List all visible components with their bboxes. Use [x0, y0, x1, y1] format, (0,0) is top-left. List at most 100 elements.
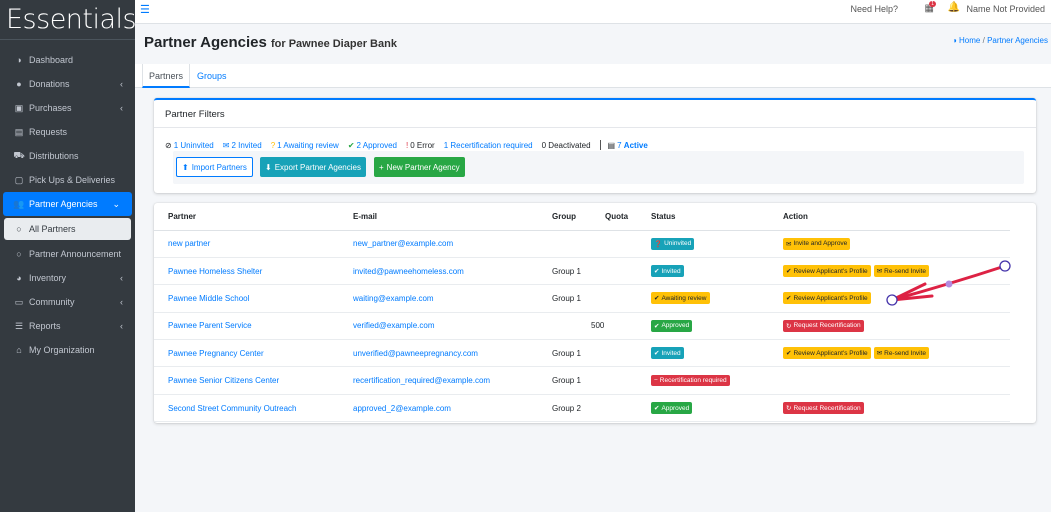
- table-row: Pawnee Middle School waiting@example.com G…: [154, 284, 1010, 313]
- breadcrumb-current[interactable]: Partner Agencies: [987, 36, 1048, 45]
- partner-email-link[interactable]: unverified@pawneepregnancy.com: [339, 339, 538, 368]
- sidebar-item-label: My Organization: [29, 345, 95, 355]
- sidebar-item-my-organization[interactable]: ⌂ My Organization: [0, 338, 135, 362]
- status-badge: ✔ Awaiting review: [651, 292, 710, 305]
- calendar-icon: ▢: [14, 174, 24, 185]
- filter-separator: [599, 140, 601, 150]
- partner-group: Group 1: [538, 257, 591, 286]
- divider: [154, 127, 1036, 128]
- partner-name-link[interactable]: Pawnee Pregnancy Center: [154, 339, 339, 368]
- partner-email-link[interactable]: invited@pawneehomeless.com: [339, 257, 538, 286]
- partner-name-link[interactable]: Pawnee Parent Service: [154, 312, 339, 341]
- review-applicant-s-profile-button[interactable]: ✔ Review Applicant's Profile: [783, 265, 871, 278]
- sidebar-item-label: All Partners: [29, 224, 76, 234]
- partner-name-link[interactable]: Pawnee Middle School: [154, 284, 339, 313]
- filter-0-deactivated[interactable]: 0 Deactivated: [542, 141, 591, 150]
- sidebar-item-label: Community: [29, 297, 75, 307]
- hamburger-menu-icon[interactable]: ☰: [140, 3, 150, 16]
- page-title-text: Partner Agencies: [144, 34, 267, 51]
- filter-active[interactable]: ▤ 7 Active: [608, 141, 648, 150]
- request-recertification-button[interactable]: ↻ Request Recertification: [783, 402, 864, 415]
- download-icon: ⬇: [265, 162, 272, 172]
- tab-groups[interactable]: Groups: [191, 64, 233, 88]
- dashboard-icon: ◑: [951, 36, 957, 45]
- column-header-action: Action: [769, 203, 1010, 231]
- pie-chart-icon: ◕: [16, 273, 22, 283]
- sidebar-item-dashboard[interactable]: ◑ Dashboard: [0, 48, 135, 72]
- filter-1-recertification-required[interactable]: 1 Recertification required: [444, 141, 533, 150]
- export-partners-button[interactable]: ⬇ Export Partner Agencies: [260, 157, 366, 177]
- status-icon: ❓: [654, 240, 663, 248]
- sidebar-item-donations[interactable]: ● Donations ‹: [0, 72, 135, 96]
- re-send-invite-button[interactable]: ✉ Re-send Invite: [873, 265, 930, 278]
- action-group: ✔ Review Applicant's Profile ✉ Re-send Invi…: [783, 347, 930, 360]
- status-icon: ✔: [654, 322, 660, 330]
- partner-quota: [591, 339, 637, 368]
- table-row: Pawnee Homeless Shelter invited@pawneehom…: [154, 257, 1010, 286]
- review-applicant-s-profile-button[interactable]: ✔ Review Applicant's Profile: [783, 292, 871, 305]
- filter-2-invited[interactable]: ✉ 2 Invited: [223, 141, 262, 150]
- column-header-partner: Partner: [154, 203, 339, 231]
- sidebar-item-purchases[interactable]: ▣ Purchases ‹: [0, 96, 135, 120]
- partner-name-link[interactable]: Second Street Community Outreach: [154, 394, 339, 423]
- user-menu[interactable]: Name Not Provided: [966, 4, 1045, 14]
- content-header: Partner Agencies for Pawnee Diaper Bank …: [135, 24, 1051, 64]
- sidebar-item-inventory[interactable]: ◕ Inventory ‹: [0, 266, 135, 290]
- column-header-status: Status: [637, 203, 769, 231]
- partner-quota: [591, 394, 637, 423]
- partner-email-link[interactable]: new_partner@example.com: [339, 230, 538, 258]
- dashboard-icon: ◑: [16, 55, 22, 65]
- request-recertification-button[interactable]: ↻ Request Recertification: [783, 319, 864, 332]
- partner-name-link[interactable]: new partner: [154, 230, 339, 258]
- sidebar-item-community[interactable]: ▭ Community ‹: [0, 290, 135, 314]
- sidebar-item-all-partners[interactable]: ○ All Partners: [4, 218, 131, 240]
- sidebar-item-label: Inventory: [29, 273, 67, 283]
- sidebar-item-partner-announcement[interactable]: ○ Partner Announcement: [0, 242, 135, 266]
- filter-1-awaiting-review[interactable]: ? 1 Awaiting review: [271, 141, 339, 150]
- action-group: ✔ Review Applicant's Profile ✉ Re-send Invi…: [783, 265, 930, 278]
- partner-quota: [591, 284, 637, 313]
- partner-status-cell: − Recertification required: [637, 366, 769, 395]
- re-send-invite-button[interactable]: ✉ Re-send Invite: [873, 347, 930, 360]
- sidebar-item-partner-agencies[interactable]: 👥 Partner Agencies ⌄: [3, 192, 132, 216]
- import-partners-button[interactable]: ⬆ Import Partners: [176, 157, 253, 177]
- partner-status-cell: ✔ Awaiting review: [637, 284, 769, 313]
- action-group: ↻ Request Recertification: [783, 319, 864, 332]
- tab-partners[interactable]: Partners: [142, 64, 191, 88]
- sidebar-item-distributions[interactable]: ⛟ Distributions: [0, 144, 135, 168]
- notification-bell-icon[interactable]: 🔔: [948, 2, 960, 13]
- need-help-link[interactable]: Need Help?: [850, 4, 898, 14]
- invite-and-approve-button[interactable]: ✉ Invite and Approve: [783, 237, 851, 250]
- sidebar-nav: ◑ Dashboard ● Donations ‹ ▣ Purchases ‹ ▤ Request…: [0, 40, 135, 362]
- breadcrumb-separator: /: [982, 36, 985, 45]
- sidebar-item-pick-ups-deliveries[interactable]: ▢ Pick Ups & Deliveries: [0, 168, 135, 192]
- partner-name-link[interactable]: Pawnee Senior Citizens Center: [154, 366, 339, 395]
- partner-email-link[interactable]: approved_2@example.com: [339, 394, 538, 423]
- partner-status-cell: ✔ Approved: [637, 312, 769, 341]
- partner-name-link[interactable]: Pawnee Homeless Shelter: [154, 257, 339, 286]
- filter-status-icon: ✔: [347, 140, 355, 150]
- sidebar-item-label: Donations: [29, 79, 70, 89]
- brand-logo[interactable]: Essentials: [0, 0, 137, 40]
- filter-1-uninvited[interactable]: ⊘ 1 Uninvited: [165, 141, 214, 150]
- filter-0-error[interactable]: ! 0 Error: [406, 141, 435, 150]
- new-partner-button[interactable]: + New Partner Agency: [374, 157, 465, 177]
- chevron-icon: ‹: [120, 79, 123, 89]
- sidebar-item-reports[interactable]: ☰ Reports ‹: [0, 314, 135, 338]
- action-group: ↻ Request Recertification: [783, 402, 864, 415]
- partner-email-link[interactable]: verified@example.com: [339, 312, 538, 341]
- table-row: Second Street Community Outreach approved…: [154, 394, 1010, 423]
- partner-email-link[interactable]: waiting@example.com: [339, 284, 538, 313]
- status-icon: ✔: [654, 295, 660, 303]
- breadcrumb-home[interactable]: ◑ Home: [952, 36, 980, 45]
- sidebar-item-requests[interactable]: ▤ Requests: [0, 120, 135, 144]
- partner-status-cell: ❓ Uninvited: [637, 230, 769, 258]
- donation-icon: ●: [16, 79, 22, 89]
- review-applicant-s-profile-button[interactable]: ✔ Review Applicant's Profile: [783, 347, 871, 360]
- table-row: Pawnee Parent Service verified@example.co…: [154, 312, 1010, 341]
- filter-2-approved[interactable]: ✔ 2 Approved: [348, 141, 397, 150]
- partner-group: Group 1: [538, 339, 591, 368]
- column-header-group: Group: [538, 203, 591, 231]
- partner-email-link[interactable]: recertification_required@example.com: [339, 366, 538, 395]
- partner-action-cell: ✔ Review Applicant's Profile: [769, 284, 1010, 313]
